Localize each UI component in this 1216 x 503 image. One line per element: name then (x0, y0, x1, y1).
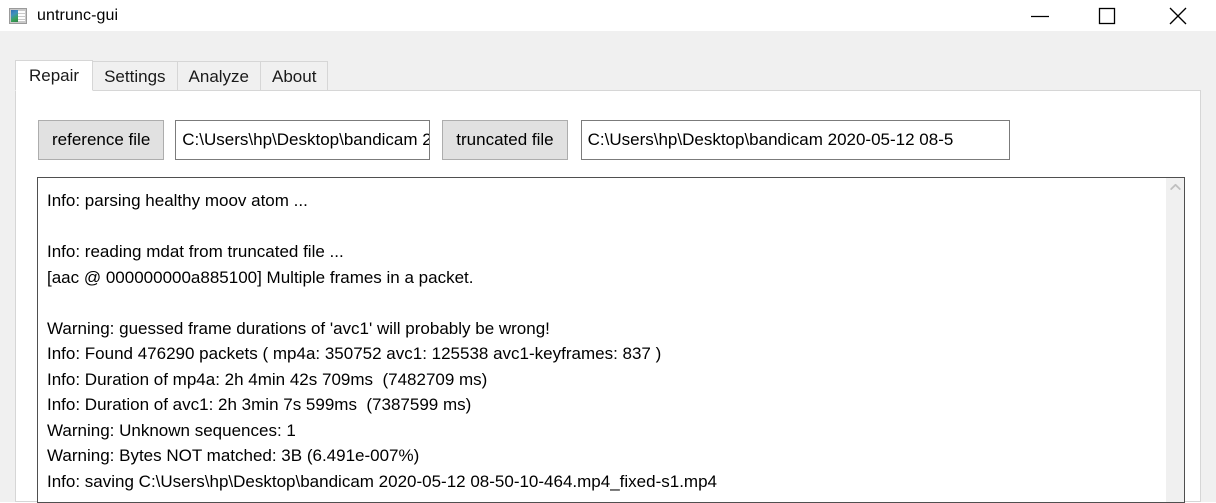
app-icon-line (18, 19, 25, 21)
log-line: Info: reading mdat from truncated file .… (47, 242, 344, 261)
log-line: Warning: guessed frame durations of 'avc… (47, 318, 550, 338)
log-line: Info: Duration of mp4a: 2h 4min 42s 709m… (47, 369, 488, 389)
truncated-file-input[interactable]: C:\Users\hp\Desktop\bandicam 2020-05-12 … (580, 120, 1010, 160)
scrollbar-track[interactable] (1167, 195, 1184, 502)
log-line: [aac @ 000000000a885100] Multiple frames… (47, 267, 474, 287)
window-controls (1017, 0, 1216, 31)
reference-file-button[interactable]: reference file (38, 120, 165, 160)
app-icon-line (18, 10, 25, 13)
tab-repair[interactable]: Repair (15, 60, 94, 91)
file-selection-row: reference file C:\Users\hp\Desktop\bandi… (38, 119, 1185, 161)
app-icon-line (18, 16, 25, 19)
maximize-icon (1098, 7, 1116, 24)
log-output-box: Info: parsing healthy moov atom ... Info… (37, 177, 1185, 503)
tab-settings[interactable]: Settings (92, 61, 178, 91)
truncated-file-value: C:\Users\hp\Desktop\bandicam 2020-05-12 … (587, 130, 954, 149)
maximize-button[interactable] (1084, 0, 1130, 31)
close-icon (1169, 7, 1187, 24)
app-icon-thumbnail (11, 9, 18, 22)
truncated-file-button[interactable]: truncated file (442, 120, 568, 160)
reference-file-value: C:\Users\hp\Desktop\bandicam 2020-05-09 … (182, 130, 429, 149)
log-line: Warning: Bytes NOT matched: 3B (6.491e-0… (47, 446, 420, 465)
minimize-icon (1031, 15, 1049, 17)
log-vertical-scrollbar[interactable] (1166, 178, 1184, 502)
log-output-text[interactable]: Info: parsing healthy moov atom ... Info… (38, 178, 1166, 502)
log-line: Warning: Unknown sequences: 1 (47, 420, 296, 440)
app-window: untrunc-gui Repair Settings Analyze Abou… (0, 0, 1216, 503)
reference-file-input[interactable]: C:\Users\hp\Desktop\bandicam 2020-05-09 … (175, 120, 431, 160)
client-area: Repair Settings Analyze About reference … (0, 31, 1216, 503)
chevron-up-icon (1170, 183, 1181, 190)
log-line: Info: Found 476290 packets ( mp4a: 35075… (47, 344, 662, 363)
tab-bar: Repair Settings Analyze About (15, 60, 1201, 91)
scrollbar-up-button[interactable] (1167, 178, 1184, 195)
app-icon-line (18, 13, 25, 16)
log-line: Info: Duration of avc1: 2h 3min 7s 599ms… (47, 395, 472, 414)
close-button[interactable] (1155, 0, 1201, 31)
tab-analyze[interactable]: Analyze (176, 61, 262, 91)
log-line: Info: saving C:\Users\hp\Desktop\bandica… (47, 471, 717, 491)
app-image-icon (9, 7, 27, 24)
window-title: untrunc-gui (37, 6, 119, 24)
title-bar: untrunc-gui (0, 0, 1216, 31)
title-bar-left: untrunc-gui (0, 7, 1017, 25)
tab-about[interactable]: About (260, 61, 329, 91)
log-line: Info: parsing healthy moov atom ... (47, 191, 308, 210)
repair-tab-panel: reference file C:\Users\hp\Desktop\bandi… (15, 90, 1201, 503)
minimize-button[interactable] (1017, 0, 1063, 31)
